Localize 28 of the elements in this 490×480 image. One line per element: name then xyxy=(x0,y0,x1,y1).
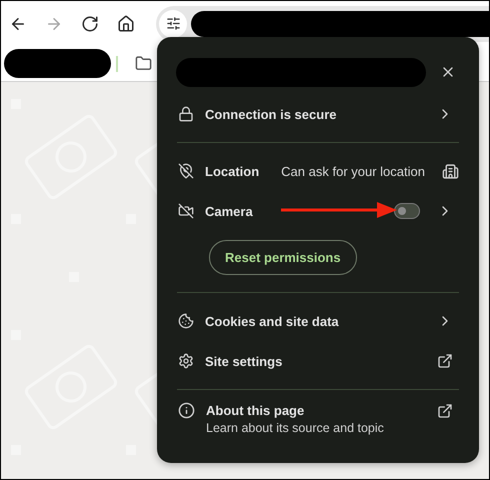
reset-permissions-button[interactable]: Reset permissions xyxy=(209,240,357,275)
info-icon xyxy=(178,402,195,419)
settings-icon xyxy=(178,353,194,369)
menu-item[interactable]: Cookies and site data xyxy=(157,301,479,341)
menu-item-label: Site settings xyxy=(205,354,282,368)
external-link-icon xyxy=(437,353,453,369)
about-subtitle: Learn about its source and topic xyxy=(206,421,385,435)
camera-off-icon xyxy=(178,203,194,219)
permission-label: Location xyxy=(205,164,260,178)
menu-item-label: Cookies and site data xyxy=(205,314,339,328)
row-label: Connection is secure xyxy=(205,106,336,122)
camera-toggle[interactable] xyxy=(394,203,420,219)
home-icon xyxy=(117,14,135,32)
menu-item[interactable]: Site settings xyxy=(157,341,479,381)
about-page-item[interactable]: About this page Learn about its source and topic xyxy=(157,390,479,435)
sliders-icon xyxy=(166,16,180,31)
reload-icon xyxy=(81,14,99,32)
about-title: About this page xyxy=(206,403,306,418)
permission-status: Can ask for your location xyxy=(281,164,425,178)
connection-row[interactable]: Connection is secure xyxy=(157,94,479,134)
building-icon xyxy=(442,162,459,180)
permission-label: Camera xyxy=(205,204,253,218)
external-link-icon xyxy=(437,403,453,419)
location-off-icon xyxy=(178,163,194,179)
cookie-icon xyxy=(178,313,194,329)
folder-icon[interactable] xyxy=(135,55,152,72)
lock-icon xyxy=(178,106,194,122)
site-info-button[interactable] xyxy=(159,10,187,38)
